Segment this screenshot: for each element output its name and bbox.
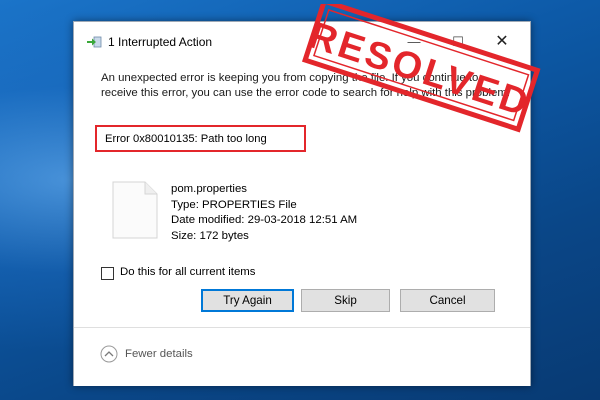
blank-file-icon — [112, 181, 158, 239]
fewer-details-label[interactable]: Fewer details — [125, 348, 193, 360]
file-size: Size: 172 bytes — [171, 229, 249, 242]
dialog-footer: Fewer details — [74, 327, 530, 386]
file-details: pom.properties Type: PROPERTIES File Dat… — [171, 182, 357, 244]
apply-all-checkbox[interactable] — [101, 267, 114, 280]
try-again-button[interactable]: Try Again — [201, 289, 294, 312]
error-code-highlight: Error 0x80010135: Path too long — [95, 125, 306, 152]
resolved-stamp: RESOLVED — [301, 4, 541, 133]
apply-all-label[interactable]: Do this for all current items — [120, 266, 255, 278]
skip-button[interactable]: Skip — [301, 289, 390, 312]
file-modified: Date modified: 29-03-2018 12:51 AM — [171, 214, 358, 226]
error-code: Error 0x80010135: Path too long — [105, 133, 267, 145]
file-type: Type: PROPERTIES File — [171, 198, 297, 211]
copy-arrow-icon — [87, 36, 102, 48]
file-name: pom.properties — [171, 183, 247, 195]
cancel-button[interactable]: Cancel — [400, 289, 495, 312]
window-title: 1 Interrupted Action — [108, 35, 213, 49]
chevron-up-icon[interactable] — [100, 345, 118, 363]
